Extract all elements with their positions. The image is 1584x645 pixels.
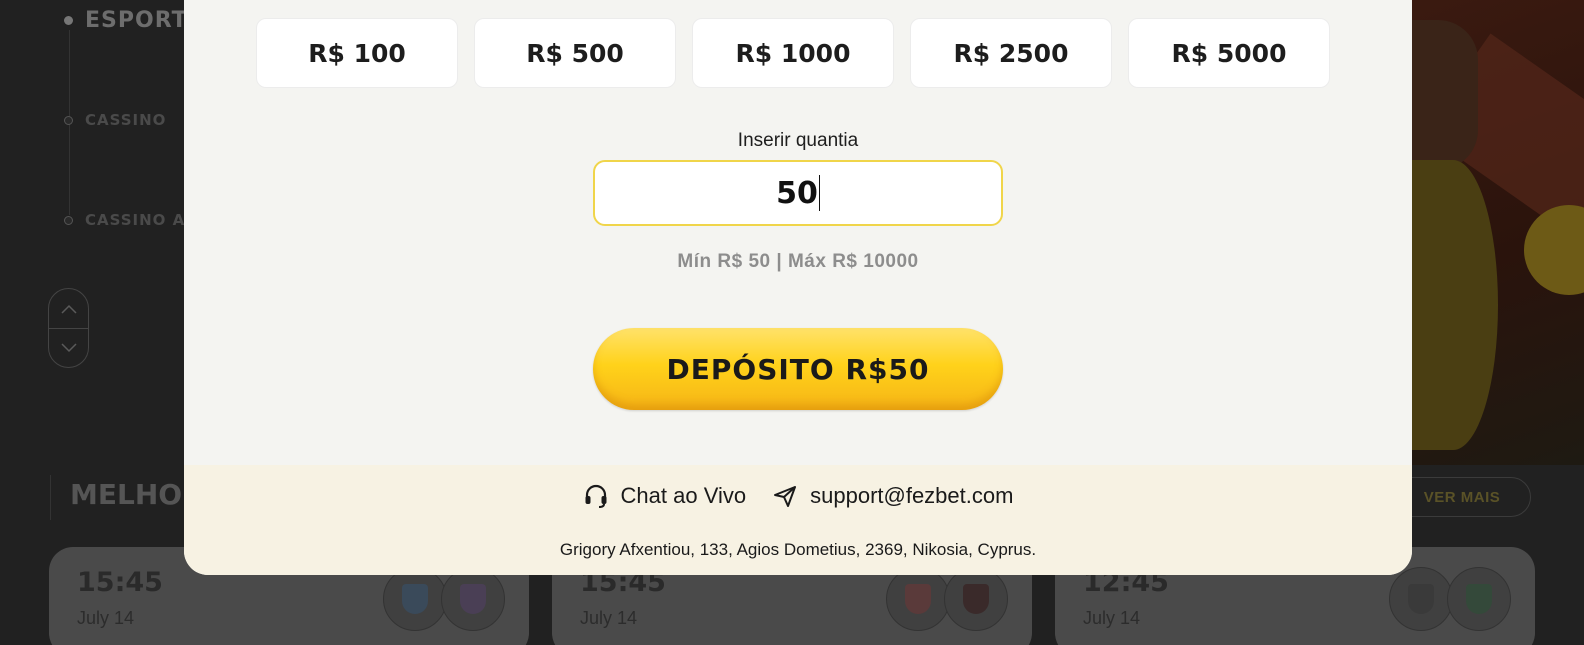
preset-amount-button[interactable]: R$ 5000 [1128,18,1330,88]
nav-item-label: CASSINO [85,111,167,129]
hero-banner-image [1398,0,1584,465]
team-crest-icon [886,567,950,631]
nav-item-cassino[interactable]: CASSINO [64,111,166,129]
carousel-scroll-control [48,288,89,368]
deposit-limits: Mín R$ 50 | Máx R$ 10000 [677,251,919,272]
team-crest-icon [1389,567,1453,631]
preset-amounts: R$ 100 R$ 500 R$ 1000 R$ 2500 R$ 5000 [256,18,1330,88]
preset-amount-button[interactable]: R$ 1000 [692,18,894,88]
preset-amount-button[interactable]: R$ 2500 [910,18,1112,88]
amount-input-value: 50 [776,175,818,211]
amount-input[interactable]: 50 [593,160,1003,226]
headset-icon [585,484,607,508]
team-crest-icon [441,567,505,631]
preset-amount-button[interactable]: R$ 500 [474,18,676,88]
chevron-down-icon [60,343,77,353]
scroll-up-button[interactable] [49,289,88,328]
modal-footer: Chat ao Vivo support@fezbet.com Grigory … [184,465,1412,575]
team-crest-icon [1447,567,1511,631]
amount-input-label: Inserir quantia [737,130,859,151]
section-divider [50,475,51,520]
nav-item-esporte[interactable]: ESPORTE [64,8,204,33]
chevron-up-icon [60,304,77,314]
deposit-button[interactable]: DEPÓSITO R$50 [593,328,1003,410]
nav-dot-icon [64,115,73,125]
text-caret [818,175,820,211]
support-email-link[interactable]: support@fezbet.com [772,483,1013,509]
live-chat-link[interactable]: Chat ao Vivo [583,483,747,509]
team-crest-icon [944,567,1008,631]
support-email: support@fezbet.com [810,483,1014,508]
preset-amount-button[interactable]: R$ 100 [256,18,458,88]
send-icon [774,486,797,507]
scroll-down-button[interactable] [49,328,88,367]
company-address: Grigory Afxentiou, 133, Agios Dometius, … [559,540,1037,559]
team-crest-icon [383,567,447,631]
deposit-modal: R$ 100 R$ 500 R$ 1000 R$ 2500 R$ 5000 In… [184,0,1412,575]
live-chat-label: Chat ao Vivo [620,483,747,508]
nav-dot-icon [64,16,73,25]
nav-dot-icon [64,215,73,225]
